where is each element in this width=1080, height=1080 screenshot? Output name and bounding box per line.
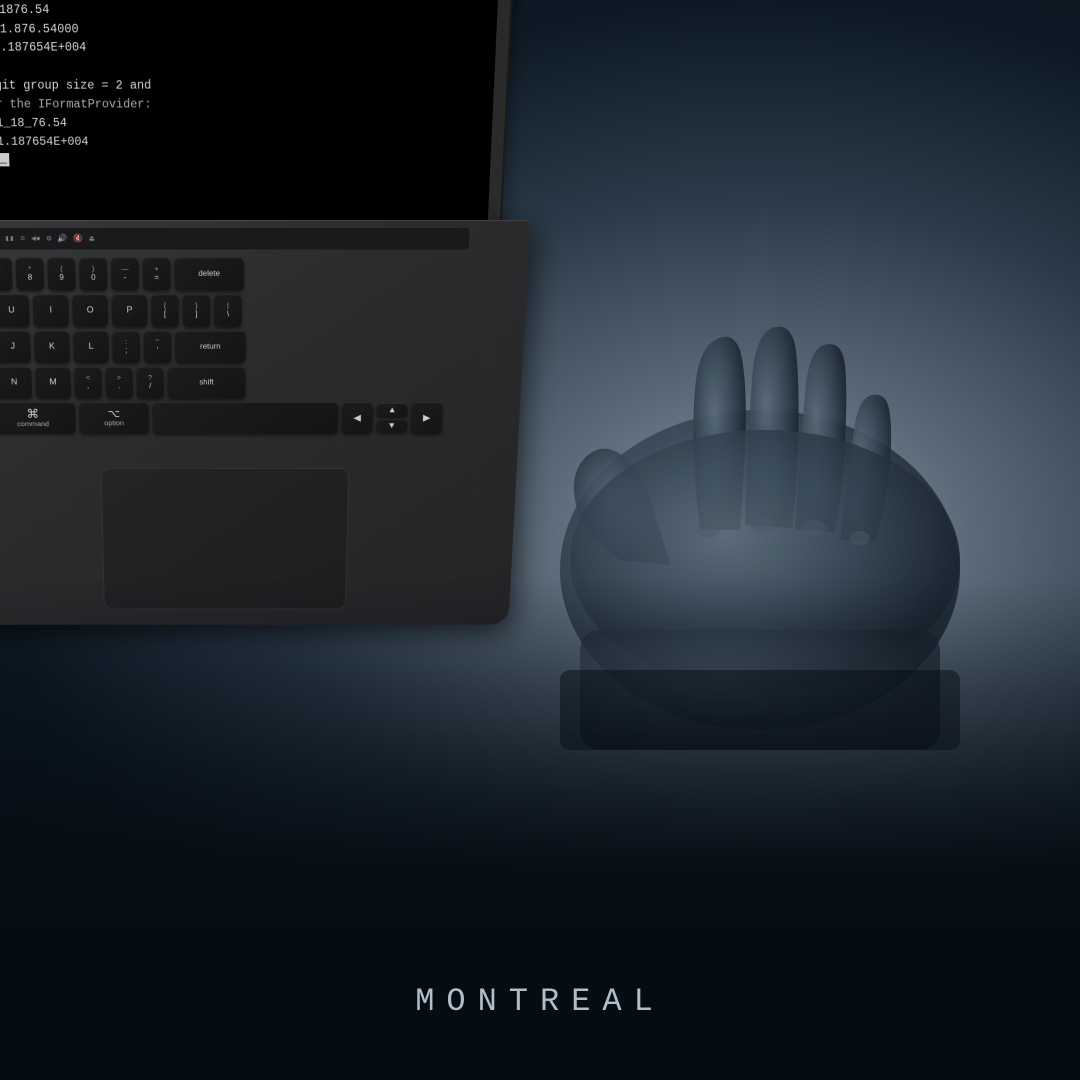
key-k[interactable]: K: [34, 331, 70, 363]
key-minus[interactable]: —-: [111, 257, 139, 290]
key-shift[interactable]: shift: [168, 367, 246, 399]
key-row-modifiers: fn ⌘ command ⌥ option ◀ ▲ ▼ ▶: [0, 402, 443, 433]
tb-settings-icon: ⚙: [46, 234, 51, 244]
tb-volume-icon: 🔊: [57, 234, 67, 244]
key-command[interactable]: ⌘ command: [0, 402, 76, 433]
laptop-base: 🔒 ▮▮ ≡ ◀● ⚙ 🔊 🔇 ⏏ ^6 &7 *8 (9 )0 —-: [0, 220, 530, 625]
key-colon[interactable]: :;: [112, 331, 140, 363]
tb-play-icon: ◀●: [31, 234, 41, 244]
tb-menu-icon: ≡: [20, 234, 25, 243]
key-9[interactable]: (9: [47, 257, 76, 290]
key-7[interactable]: &7: [0, 257, 13, 290]
key-i[interactable]: I: [33, 294, 69, 327]
key-8[interactable]: *8: [15, 257, 44, 290]
key-n[interactable]: N: [0, 367, 32, 399]
key-row-hjkl: H J K L :; "' return: [0, 331, 446, 363]
key-quote[interactable]: "': [144, 331, 172, 363]
terminal-output: L] is used for the IFormatProvider: 1187…: [0, 0, 499, 250]
key-arrow-right[interactable]: ▶: [411, 402, 443, 433]
key-spacebar[interactable]: [152, 402, 338, 433]
key-arrow-left[interactable]: ◀: [341, 402, 373, 433]
key-m[interactable]: M: [35, 367, 71, 399]
key-question[interactable]: ?/: [136, 367, 164, 399]
key-lt[interactable]: <,: [74, 367, 102, 399]
key-option[interactable]: ⌥ option: [79, 402, 149, 433]
main-scene: L] is used for the IFormatProvider: 1187…: [0, 0, 1080, 1080]
key-plus[interactable]: +=: [143, 257, 171, 290]
touch-bar: 🔒 ▮▮ ≡ ◀● ⚙ 🔊 🔇 ⏏: [0, 228, 470, 250]
key-row-numbers: ^6 &7 *8 (9 )0 —- += delete: [0, 257, 449, 290]
key-arrow-down[interactable]: ▼: [376, 419, 407, 433]
key-delete[interactable]: delete: [174, 257, 244, 290]
key-gt[interactable]: >.: [105, 367, 133, 399]
key-pipe[interactable]: |\: [214, 294, 242, 327]
key-lbrace[interactable]: {[: [151, 294, 179, 327]
tb-pause-icon: ▮▮: [5, 234, 15, 244]
screen-display: L] is used for the IFormatProvider: 1187…: [0, 0, 499, 250]
tb-mute-icon: 🔇: [73, 234, 83, 244]
key-rbrace[interactable]: }]: [183, 294, 211, 327]
key-arrow-up[interactable]: ▲: [377, 403, 408, 417]
tb-eject-icon: ⏏: [89, 234, 94, 244]
key-return[interactable]: return: [175, 331, 246, 363]
key-row-bnm: B N M <, >. ?/ shift: [0, 367, 444, 399]
key-u[interactable]: U: [0, 294, 30, 327]
key-l[interactable]: L: [73, 331, 109, 363]
key-p[interactable]: P: [112, 294, 148, 327]
key-row-yuiop: Y U I O P {[ }] |\: [0, 294, 447, 327]
key-o[interactable]: O: [72, 294, 108, 327]
brand-text: MONTREAL: [415, 983, 665, 1020]
key-j[interactable]: J: [0, 331, 31, 363]
key-0[interactable]: )0: [79, 257, 108, 290]
